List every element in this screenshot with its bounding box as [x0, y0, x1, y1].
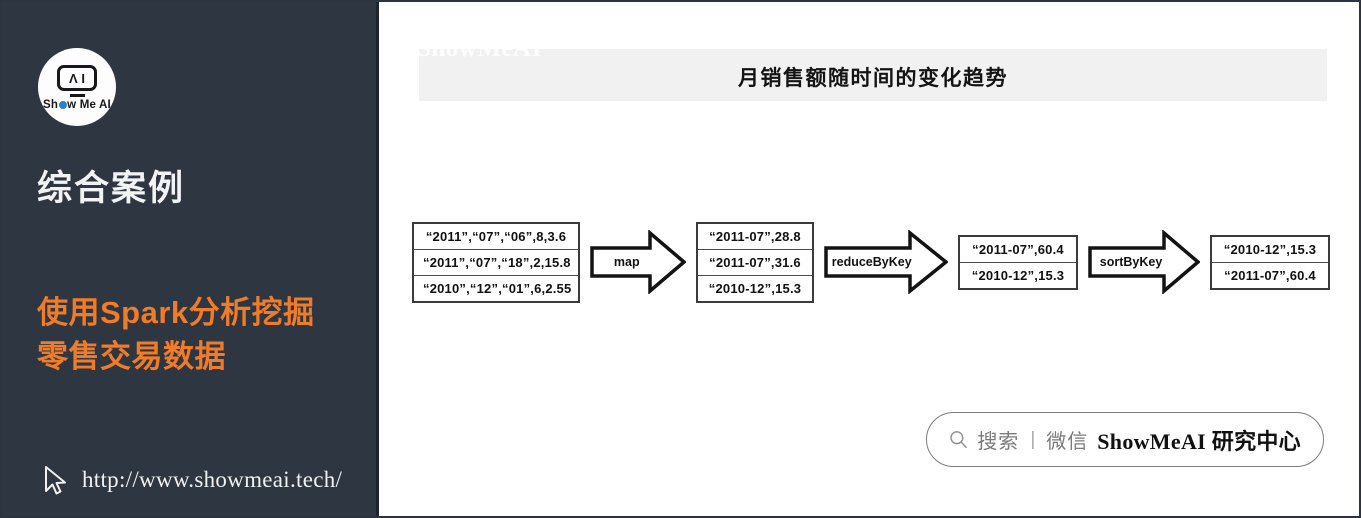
logo-dot-icon: [58, 101, 67, 109]
chart-title: 月销售额随时间的变化趋势: [738, 67, 1008, 90]
logo-wordmark: Sh w Me AI: [43, 99, 111, 111]
page-subtitle-line-2: 零售交易数据: [37, 339, 226, 375]
table-row: “2011-07”,31.6: [698, 250, 812, 276]
website-url[interactable]: http://www.showmeai.tech/: [40, 464, 342, 496]
page-subtitle-line-1: 使用Spark分析挖掘: [37, 295, 315, 330]
reduced-rdd-box: “2011-07”,60.4 “2010-12”,15.3: [958, 234, 1078, 290]
main-panel: 月销售额随时间的变化趋势 ShowMeAI ShowMeAI “2011”,“0…: [382, 2, 1359, 516]
wechat-search-pill[interactable]: 搜索 | 微信 ShowMeAI 研究中心: [926, 412, 1324, 467]
logo-ai-glyph: Λ I: [69, 70, 85, 86]
page-title: 综合案例: [37, 169, 186, 208]
sidebar-panel: Λ I Sh w Me AI 综合案例 使用Spark分析挖掘 零售交易数据 ht…: [2, 2, 379, 516]
table-row: “2011-07”,60.4: [960, 237, 1076, 263]
table-row: “2011-07”,28.8: [698, 224, 812, 250]
search-separator: |: [1030, 428, 1036, 450]
map-arrow: map: [587, 230, 689, 294]
search-label: 搜索: [977, 431, 1020, 453]
search-brand: ShowMeAI 研究中心: [1097, 428, 1301, 454]
search-channel: 微信: [1046, 431, 1089, 453]
logo-neck-bar: [69, 94, 85, 97]
table-row: “2010-12”,15.3: [971, 267, 1065, 283]
chart-header-band: 月销售额随时间的变化趋势: [419, 49, 1327, 101]
reduce-by-key-arrow: reduceByKey: [821, 230, 951, 294]
logo-wordmark-after: w Me AI: [67, 99, 111, 111]
search-icon: [950, 431, 967, 449]
sorted-rdd-box: “2010-12”,15.3 “2011-07”,60.4: [1210, 234, 1330, 290]
input-rdd-box: “2011”,“07”,“06”,8,3.6 “2011”,“07”,“18”,…: [412, 221, 580, 303]
showmeai-logo: Λ I Sh w Me AI: [38, 48, 116, 126]
sort-by-key-arrow: sortByKey: [1085, 230, 1203, 294]
header-watermark: ShowMeAI: [417, 35, 542, 62]
table-row: “2010-12”,15.3: [708, 280, 802, 296]
slide-canvas: Λ I Sh w Me AI 综合案例 使用Spark分析挖掘 零售交易数据 ht…: [0, 0, 1361, 518]
table-row: “2010-12”,15.3: [1212, 237, 1328, 263]
website-url-text: http://www.showmeai.tech/: [82, 467, 343, 492]
page-subtitle: 使用Spark分析挖掘 零售交易数据: [37, 291, 377, 379]
table-row: “2011-07”,60.4: [1224, 267, 1316, 283]
cursor-pointer-icon: [45, 466, 66, 495]
rdd-transformation-flow: “2011”,“07”,“06”,8,3.6 “2011”,“07”,“18”,…: [412, 212, 1342, 312]
table-row: “2011”,“07”,“18”,2,15.8: [414, 250, 578, 276]
table-row: “2011”,“07”,“06”,8,3.6: [414, 224, 578, 250]
logo-robot-face-icon: Λ I: [57, 65, 97, 91]
table-row: “2010”,“12”,“01”,6,2.55: [423, 280, 572, 296]
logo-wordmark-before: Sh: [43, 99, 59, 111]
mapped-rdd-box: “2011-07”,28.8 “2011-07”,31.6 “2010-12”,…: [696, 221, 814, 303]
